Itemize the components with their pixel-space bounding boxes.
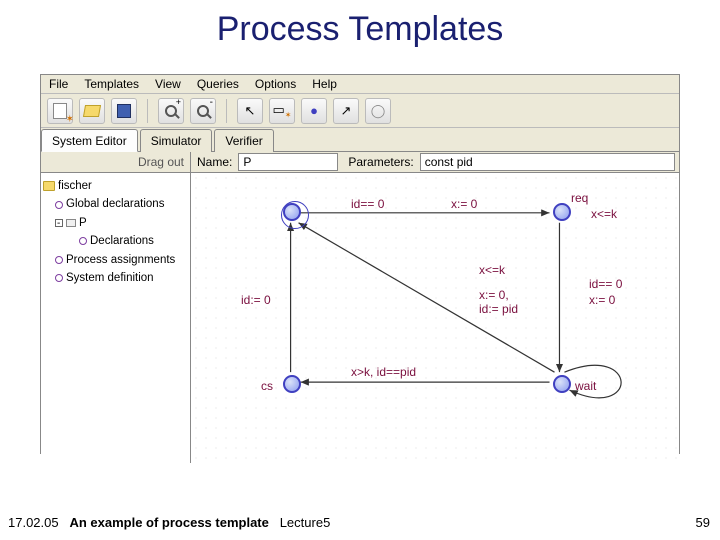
parameters-input[interactable] <box>420 153 675 171</box>
menu-view[interactable]: View <box>155 77 181 91</box>
zoom-in-button[interactable]: + <box>158 98 184 124</box>
tabbar: System Editor Simulator Verifier <box>41 128 679 152</box>
decl-icon <box>55 256 63 264</box>
template-icon <box>66 219 76 227</box>
save-icon <box>117 104 131 118</box>
tree-local-decl[interactable]: Declarations <box>90 232 154 250</box>
select-tool-button[interactable]: ↖ <box>237 98 263 124</box>
zoom-out-icon <box>197 105 209 117</box>
name-label: Name: <box>191 152 238 172</box>
dragout-label: Drag out <box>41 152 191 172</box>
invariant-req: x<=k <box>591 207 617 221</box>
app-window: File Templates View Queries Options Help… <box>40 74 680 454</box>
menu-options[interactable]: Options <box>255 77 296 91</box>
locname-cs: cs <box>261 379 273 393</box>
footer-caption: An example of process template <box>69 515 268 530</box>
template-tool-button[interactable]: ▭✶ <box>269 98 295 124</box>
page-number: 59 <box>696 515 710 530</box>
save-button[interactable] <box>111 98 137 124</box>
nail-icon: ◯ <box>371 103 386 119</box>
automaton-canvas[interactable]: req wait cs x<=k id== 0 x:= 0 x<=k x:= 0… <box>191 173 679 463</box>
tree-sys-def[interactable]: System definition <box>66 269 154 287</box>
nail-tool-button[interactable]: ◯ <box>365 98 391 124</box>
footer-date: 17.02.05 <box>8 515 59 530</box>
menu-queries[interactable]: Queries <box>197 77 239 91</box>
edge-icon: ↗ <box>341 103 352 119</box>
tab-system-editor[interactable]: System Editor <box>41 129 138 152</box>
name-bar: Drag out Name: Parameters: <box>41 152 679 173</box>
location-tool-button[interactable]: ● <box>301 98 327 124</box>
menu-help[interactable]: Help <box>312 77 337 91</box>
tab-verifier[interactable]: Verifier <box>214 129 273 152</box>
decl-icon <box>55 274 63 282</box>
open-icon <box>83 105 101 117</box>
menu-templates[interactable]: Templates <box>84 77 139 91</box>
toolbar: ✶ + - ↖ ▭✶ ● ↗ ◯ <box>41 94 679 128</box>
edge-wait-self-update: x:= 0 <box>589 293 615 307</box>
tab-simulator[interactable]: Simulator <box>140 129 213 152</box>
location-icon: ● <box>310 103 318 118</box>
location-cs[interactable] <box>283 375 301 393</box>
menubar: File Templates View Queries Options Help <box>41 75 679 94</box>
tree-template-p[interactable]: P <box>79 214 87 232</box>
edge-idle-req-update: x:= 0 <box>451 197 477 211</box>
template-icon: ▭✶ <box>273 102 292 120</box>
zoom-out-button[interactable]: - <box>190 98 216 124</box>
name-input[interactable] <box>238 153 338 171</box>
decl-icon <box>55 201 63 209</box>
open-button[interactable] <box>79 98 105 124</box>
edge-req-wait-update: x:= 0, id:= pid <box>479 288 518 316</box>
edge-req-wait-guard: x<=k <box>479 263 505 277</box>
edge-idle-req-guard: id== 0 <box>351 197 384 211</box>
locname-wait: wait <box>575 379 596 393</box>
edge-wait-cs-guard: x>k, id==pid <box>351 365 416 379</box>
location-idle[interactable] <box>283 203 301 221</box>
tree-global-decl[interactable]: Global declarations <box>66 195 164 213</box>
tree-proc-assign[interactable]: Process assignments <box>66 251 175 269</box>
slide-title: Process Templates <box>0 0 720 49</box>
edge-wait-self-guard: id== 0 <box>589 277 622 291</box>
collapse-icon[interactable] <box>55 219 63 227</box>
footer-lecture: Lecture5 <box>280 515 331 530</box>
tree-root[interactable]: fischer <box>58 177 92 195</box>
select-icon: ↖ <box>245 103 256 119</box>
decl-icon <box>79 237 87 245</box>
parameters-label: Parameters: <box>342 152 419 172</box>
folder-icon <box>43 181 55 191</box>
edge-tool-button[interactable]: ↗ <box>333 98 359 124</box>
locname-req: req <box>571 191 588 205</box>
new-button[interactable]: ✶ <box>47 98 73 124</box>
menu-file[interactable]: File <box>49 77 68 91</box>
project-tree[interactable]: fischer Global declarations P Declaratio… <box>41 173 191 463</box>
location-req[interactable] <box>553 203 571 221</box>
location-wait[interactable] <box>553 375 571 393</box>
footer: 17.02.05 An example of process template … <box>8 515 330 530</box>
edge-cs-idle-update: id:= 0 <box>241 293 271 307</box>
